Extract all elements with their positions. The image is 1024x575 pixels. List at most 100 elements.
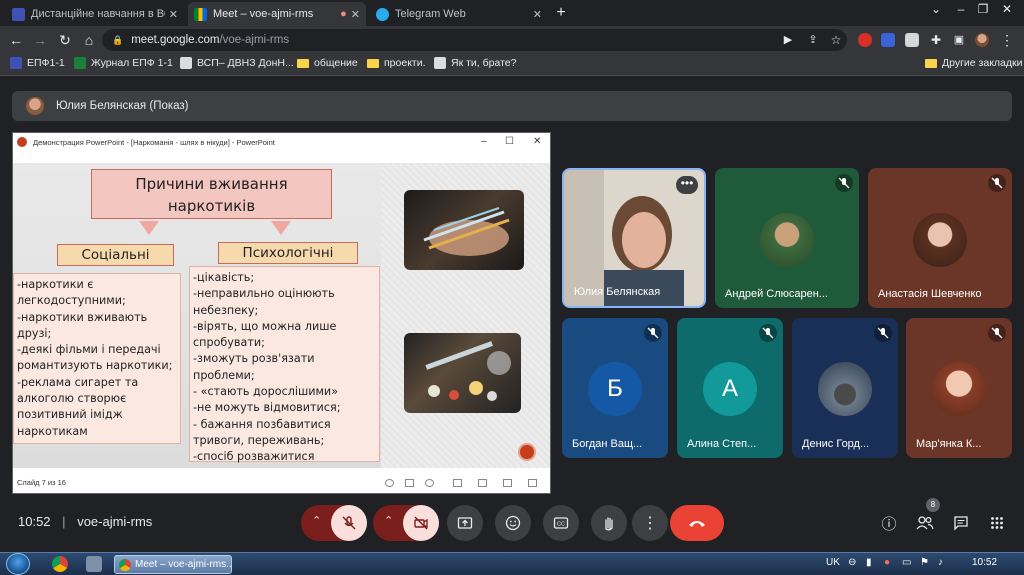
captions-button[interactable]: CC	[543, 505, 579, 541]
more-options-button[interactable]: ⋮	[632, 505, 668, 541]
mic-off-icon	[988, 174, 1006, 192]
end-call-icon	[689, 521, 705, 527]
pointer-icon	[425, 479, 434, 487]
browser-tab-strip: Дистанційне навчання в ВСП ✕ Meet – voe-…	[0, 0, 1024, 26]
extension-red-icon[interactable]	[858, 33, 872, 47]
network-icon[interactable]: ▮	[866, 557, 872, 568]
tab-meet[interactable]: Meet – voe-ajmi-rms ● ✕	[188, 2, 366, 26]
present-button[interactable]	[447, 505, 483, 541]
more-options-icon[interactable]: •••	[676, 176, 698, 194]
reload-icon[interactable]: ↻	[57, 32, 73, 48]
side-panel-icon[interactable]: ▣	[951, 32, 967, 48]
flag-icon[interactable]: ⚑	[920, 557, 929, 568]
slide-counter: Слайд 7 из 16	[17, 478, 66, 487]
volume-icon[interactable]: ♪	[938, 557, 943, 568]
participant-tile[interactable]: Денис Горд...	[792, 318, 898, 458]
tab-search-icon[interactable]: ⌄	[926, 2, 946, 16]
folder-icon	[925, 58, 937, 68]
browser-toolbar: ← → ↻ ⌂ 🔒 meet.google.com/voe-ajmi-rms ▶…	[0, 26, 1024, 54]
pills-photo	[404, 333, 521, 413]
extension-id-icon[interactable]	[881, 33, 895, 47]
social-header: Соціальні	[57, 244, 174, 266]
new-tab-button[interactable]: +	[552, 4, 570, 22]
presenter-label: Юлия Белянская (Показ)	[56, 100, 189, 112]
participant-tile[interactable]: Б Богдан Ващ...	[562, 318, 668, 458]
clock[interactable]: 10:52	[972, 557, 997, 568]
chevron-up-icon[interactable]: ⌃	[312, 514, 321, 527]
close-icon: ✕	[533, 136, 542, 147]
camera-in-use-icon[interactable]: ▶	[780, 32, 796, 48]
participant-tile[interactable]: Анастасія Шевченко	[868, 168, 1012, 308]
participant-tile[interactable]: Мар'янка К...	[906, 318, 1012, 458]
tray-red-icon[interactable]: ●	[884, 557, 890, 568]
site-icon	[434, 57, 446, 69]
address-bar[interactable]: 🔒 meet.google.com/voe-ajmi-rms	[102, 29, 847, 51]
other-bookmarks-folder[interactable]: Другие закладки	[925, 57, 1022, 69]
bookmark-item[interactable]: Журнал ЕПФ 1-1	[74, 57, 173, 69]
avatar	[913, 213, 967, 267]
powerpoint-icon	[17, 137, 27, 147]
activities-icon[interactable]	[988, 514, 1006, 532]
bookmark-item[interactable]: ВСП– ДВНЗ ДонН...	[180, 57, 294, 69]
start-button[interactable]	[6, 553, 30, 575]
participant-tile[interactable]: А Алина Степ...	[677, 318, 783, 458]
shared-screen: Демонстрация PowerPoint - [Наркоманія - …	[12, 132, 551, 494]
leave-call-button[interactable]	[670, 505, 724, 541]
participant-tile[interactable]: Андрей Слюсарен...	[715, 168, 859, 308]
chat-icon[interactable]	[952, 514, 970, 532]
chevron-up-icon[interactable]: ⌃	[384, 514, 393, 527]
camera-control-group: ⌃	[373, 505, 439, 541]
bookmark-item[interactable]: Як ти, брате?	[434, 57, 516, 69]
extensions-puzzle-icon[interactable]: ✚	[928, 32, 944, 48]
menu-dots-icon[interactable]: ⋮	[999, 32, 1015, 48]
close-icon[interactable]: ✕	[169, 8, 178, 21]
language-indicator[interactable]: UK	[826, 557, 840, 568]
tab-telegram[interactable]: Telegram Web ✕	[370, 2, 548, 26]
back-icon[interactable]: ←	[8, 32, 24, 48]
bookmark-label: ЕПФ1-1	[27, 57, 65, 69]
mic-off-icon	[759, 324, 777, 342]
bookmark-item[interactable]: ЕПФ1-1	[10, 57, 65, 69]
avatar	[26, 97, 44, 115]
extension-gray-icon[interactable]	[905, 33, 919, 47]
tray-minus-icon[interactable]: ⊖	[848, 557, 856, 568]
bookmark-label: Журнал ЕПФ 1-1	[91, 57, 173, 69]
maximize-icon: ☐	[505, 136, 514, 147]
forward-icon[interactable]: →	[32, 32, 48, 48]
bookmark-star-icon[interactable]: ☆	[828, 32, 844, 48]
bookmark-folder[interactable]: общение	[297, 57, 358, 69]
app-icon[interactable]	[86, 556, 102, 572]
tab-label: Telegram Web	[395, 8, 466, 20]
slide-title: Причини вживання наркотиків	[91, 169, 332, 219]
telegram-icon	[376, 7, 389, 21]
taskbar-task-meet[interactable]: Meet – voe-ajmi-rms...	[114, 555, 232, 574]
close-icon[interactable]: ✕	[533, 8, 542, 21]
tab-distance-learning[interactable]: Дистанційне навчання в ВСП ✕	[6, 2, 184, 26]
reactions-button[interactable]	[495, 505, 531, 541]
home-icon[interactable]: ⌂	[81, 32, 97, 48]
close-icon[interactable]: ✕	[351, 8, 360, 21]
participant-tile[interactable]: ••• Юлия Белянская	[562, 168, 706, 308]
people-icon[interactable]	[916, 514, 934, 532]
profile-avatar[interactable]	[975, 33, 989, 47]
meeting-details-icon[interactable]: ⓘ	[880, 514, 898, 533]
slideshow-nav-icon	[385, 479, 394, 487]
taskbar-task-label: Meet – voe-ajmi-rms...	[135, 559, 232, 570]
mic-off-icon	[835, 174, 853, 192]
bookmark-folder[interactable]: проекти.	[367, 57, 426, 69]
battery-icon[interactable]: ▭	[902, 557, 911, 568]
site-icon	[180, 57, 192, 69]
raise-hand-button[interactable]	[591, 505, 627, 541]
share-icon[interactable]: ⇪	[805, 32, 821, 48]
syringes-photo	[404, 190, 524, 270]
close-window-icon[interactable]: ✕	[997, 2, 1017, 16]
svg-text:CC: CC	[557, 522, 565, 528]
camera-toggle-button[interactable]	[403, 505, 439, 541]
powerpoint-titlebar: Демонстрация PowerPoint - [Наркоманія - …	[13, 133, 550, 152]
chrome-icon[interactable]	[52, 556, 68, 572]
restore-icon[interactable]: ❐	[973, 2, 993, 16]
tab-label: Meet – voe-ajmi-rms	[213, 8, 314, 20]
participant-name: Андрей Слюсарен...	[725, 288, 828, 300]
mic-toggle-button[interactable]	[331, 505, 367, 541]
minimize-icon[interactable]: –	[951, 2, 971, 16]
